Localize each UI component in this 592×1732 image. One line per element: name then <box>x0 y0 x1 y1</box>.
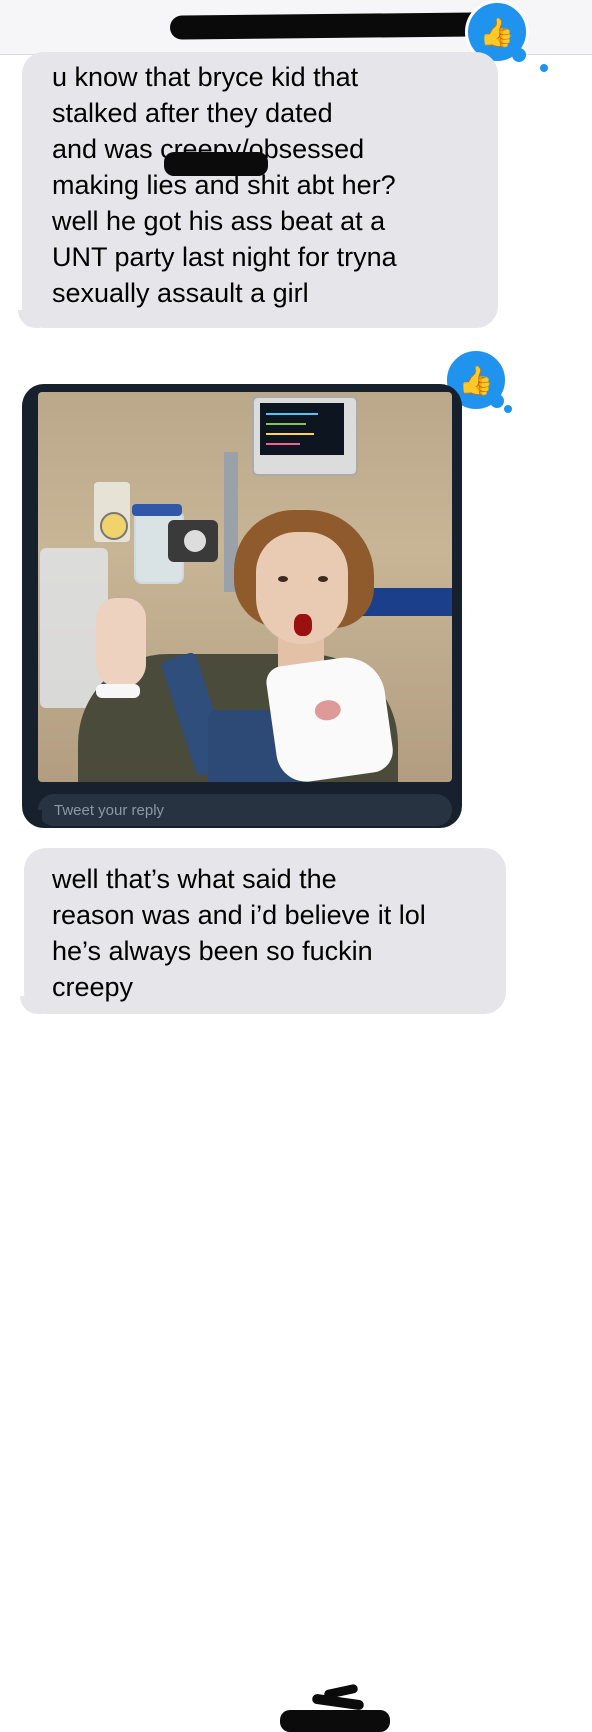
tapback-tail-dot <box>504 405 512 413</box>
tapback-tail-dot <box>512 48 526 62</box>
bubble-tail <box>20 996 42 1014</box>
hospital-wristband <box>96 684 140 698</box>
reply-placeholder: Tweet your reply <box>54 801 165 819</box>
peace-sign-hand <box>96 598 146 688</box>
tweet-reply-input[interactable]: Tweet your reply <box>38 794 452 826</box>
vital-signs-monitor <box>252 396 358 476</box>
tweet-photo[interactable] <box>38 392 452 782</box>
message-text: well that’s what said the reason was and… <box>52 864 426 1002</box>
redacted-name <box>280 1710 390 1732</box>
wall-gauge <box>94 482 130 542</box>
napkin <box>264 652 396 782</box>
blood-pressure-gauge <box>168 520 218 562</box>
redacted-name <box>164 152 268 176</box>
bubble-tail <box>22 810 42 828</box>
tapback-tail-dot <box>490 394 504 408</box>
tapback-tail-dot <box>540 64 548 72</box>
message-bubble-received[interactable]: u know that bryce kid that stalked after… <box>22 52 498 328</box>
blood-mark <box>294 614 312 636</box>
message-bubble-received[interactable]: well that’s what said the reason was and… <box>24 848 506 1732</box>
redacted-name <box>311 1693 365 1711</box>
person-eye <box>278 576 288 582</box>
tweet-screenshot-card[interactable]: Tweet your reply <box>22 384 462 828</box>
message-text: u know that bryce kid that stalked after… <box>52 62 397 308</box>
bubble-tail <box>18 310 40 328</box>
person-eye <box>318 576 328 582</box>
redacted-contact-name <box>169 12 486 40</box>
